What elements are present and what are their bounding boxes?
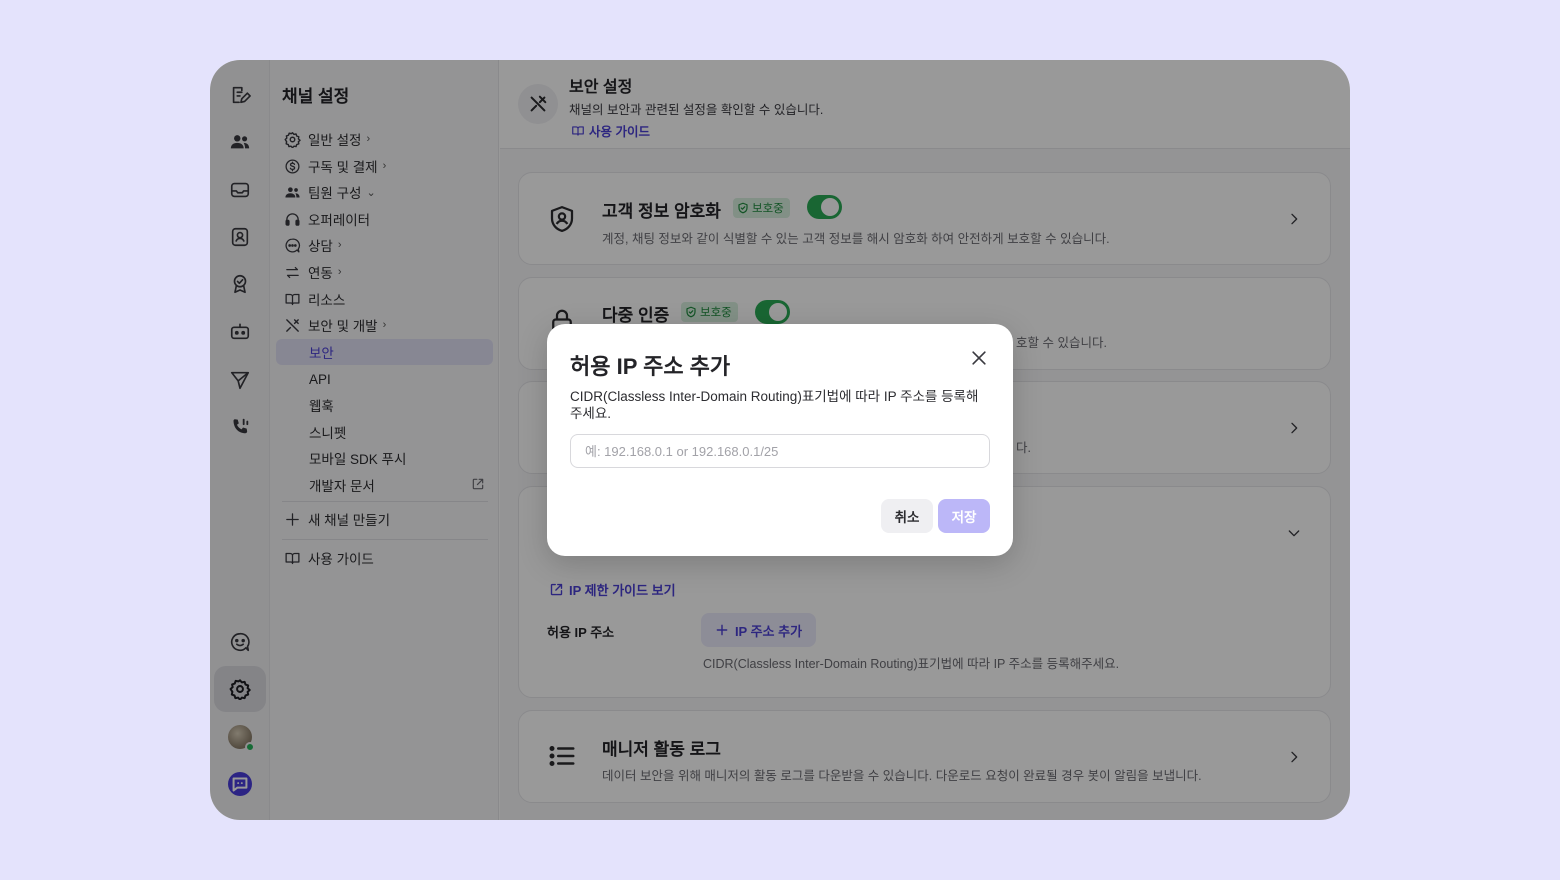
save-button[interactable]: 저장 bbox=[938, 499, 990, 533]
close-icon[interactable] bbox=[969, 348, 989, 368]
add-ip-modal: 허용 IP 주소 추가 CIDR(Classless Inter-Domain … bbox=[547, 324, 1013, 556]
cancel-button[interactable]: 취소 bbox=[881, 499, 933, 533]
app-window: 채널 설정 일반 설정 › 구독 및 결제 › 팀원 구성 ⌄ 오퍼레이터 상담… bbox=[210, 60, 1350, 820]
modal-title: 허용 IP 주소 추가 bbox=[570, 354, 731, 379]
modal-description: CIDR(Classless Inter-Domain Routing)표기법에… bbox=[570, 389, 979, 421]
ip-address-input[interactable] bbox=[570, 434, 990, 468]
